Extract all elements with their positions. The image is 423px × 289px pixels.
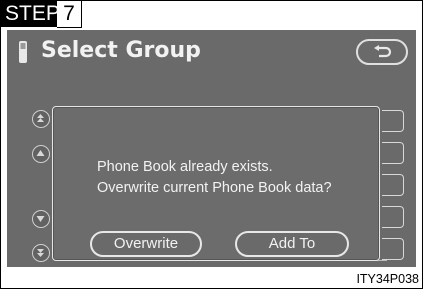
list-item-tab[interactable] — [382, 238, 404, 260]
up-arrow-icon — [36, 150, 45, 156]
list-item-tab[interactable] — [382, 110, 404, 132]
add-to-button[interactable]: Add To — [235, 231, 349, 257]
phone-icon — [19, 41, 27, 63]
up-arrow-button[interactable] — [32, 145, 50, 163]
list-item-tab[interactable] — [382, 174, 404, 196]
figure-code: ITY34P038 — [356, 272, 419, 286]
dialog-message: Phone Book already exists. Overwrite cur… — [97, 157, 367, 199]
confirm-dialog: Phone Book already exists. Overwrite cur… — [52, 106, 380, 261]
double-down-arrow-icon — [37, 249, 44, 257]
dialog-message-line: Overwrite current Phone Book data? — [97, 180, 332, 196]
step-number: 7 — [57, 1, 82, 28]
dialog-message-line: Phone Book already exists. — [97, 159, 273, 175]
overwrite-button[interactable]: Overwrite — [90, 231, 202, 257]
device-screen: Select Group Phone Book already exists. — [7, 30, 416, 267]
step-label: STEP — [1, 1, 60, 27]
double-up-arrow-icon — [37, 114, 44, 122]
down-arrow-button[interactable] — [32, 210, 50, 228]
back-button[interactable] — [356, 39, 408, 65]
page-title: Select Group — [41, 38, 201, 63]
double-up-arrow-button[interactable] — [32, 110, 50, 128]
down-arrow-icon — [36, 216, 45, 222]
list-item-tab[interactable] — [382, 206, 404, 228]
double-down-arrow-button[interactable] — [32, 244, 50, 262]
list-item-tab[interactable] — [382, 142, 404, 164]
u-turn-arrow-icon — [374, 45, 392, 58]
